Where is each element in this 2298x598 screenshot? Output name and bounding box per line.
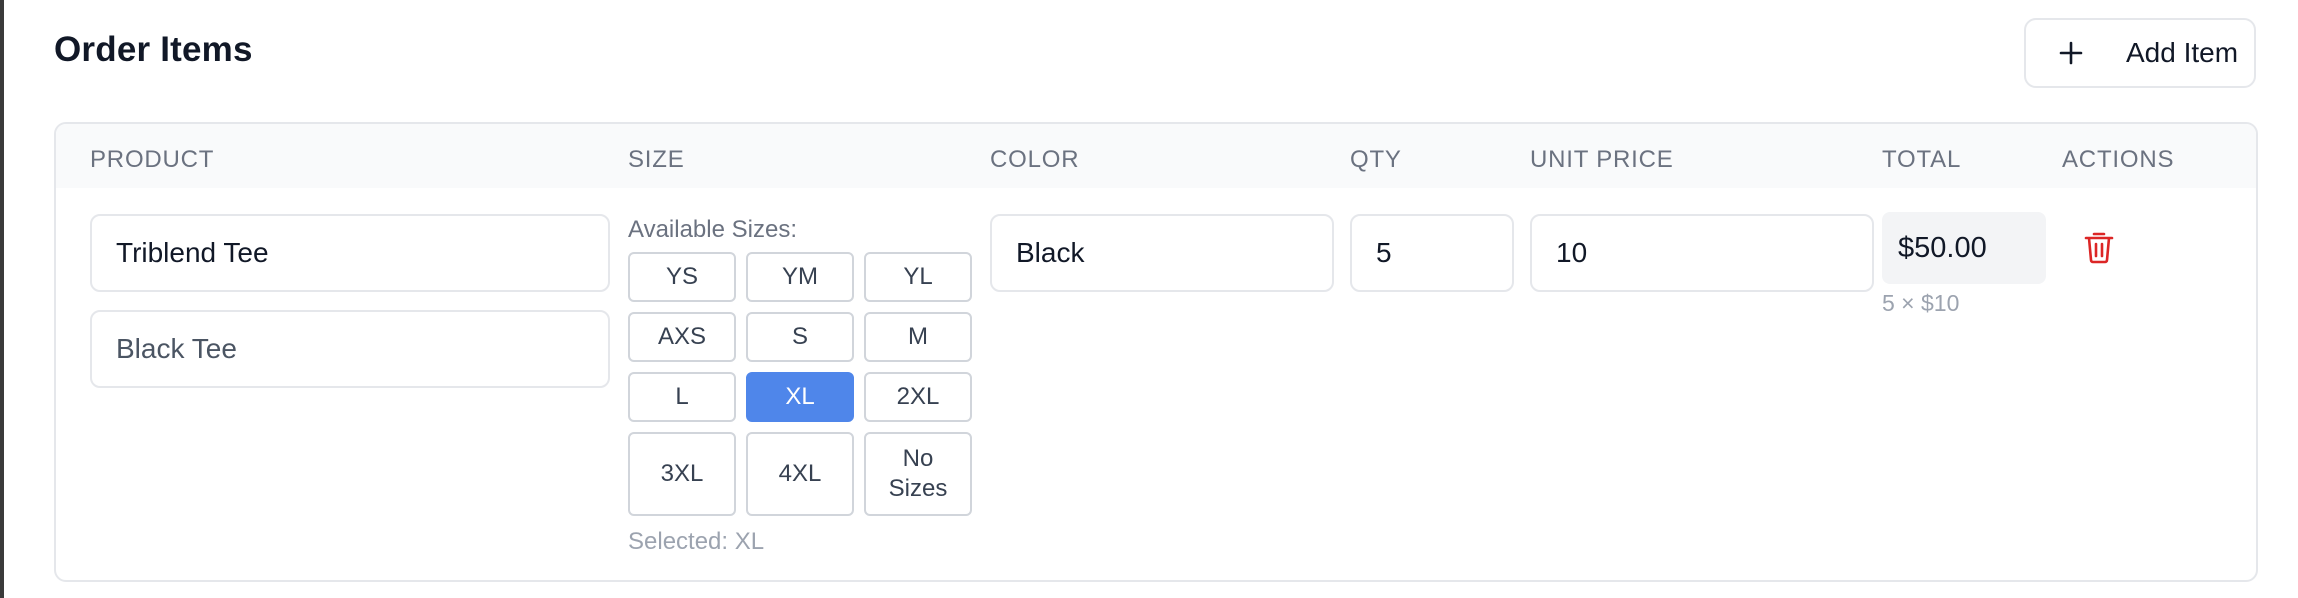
- column-header-qty: QTY: [1350, 146, 1402, 173]
- size-option-yl[interactable]: YL: [864, 252, 972, 302]
- table-header: PRODUCT SIZE COLOR QTY UNIT PRICE TOTAL …: [56, 124, 2256, 188]
- available-sizes-label: Available Sizes:: [628, 216, 797, 243]
- unit-price-input[interactable]: 10: [1530, 214, 1874, 292]
- size-option-l[interactable]: L: [628, 372, 736, 422]
- line-total: $50.00: [1882, 212, 2046, 284]
- size-option-ym[interactable]: YM: [746, 252, 854, 302]
- size-option-m[interactable]: M: [864, 312, 972, 362]
- size-option-2xl[interactable]: 2XL: [864, 372, 972, 422]
- delete-item-button[interactable]: [2084, 230, 2114, 264]
- size-option-s[interactable]: S: [746, 312, 854, 362]
- size-option-xl[interactable]: XL: [746, 372, 854, 422]
- column-header-size: SIZE: [628, 146, 685, 173]
- size-option-4xl[interactable]: 4XL: [746, 432, 854, 516]
- product-name-input[interactable]: Triblend Tee: [90, 214, 610, 292]
- product-description-input[interactable]: Black Tee: [90, 310, 610, 388]
- line-total-breakdown: 5 × $10: [1882, 290, 1960, 316]
- column-header-total: TOTAL: [1882, 146, 1962, 173]
- size-option-no-sizes[interactable]: No Sizes: [864, 432, 972, 516]
- plus-icon: [2056, 38, 2086, 68]
- add-item-button[interactable]: Add Item: [2024, 18, 2256, 88]
- quantity-input[interactable]: 5: [1350, 214, 1514, 292]
- selected-size-text: Selected: XL: [628, 528, 765, 555]
- column-header-actions: ACTIONS: [2062, 146, 2175, 173]
- add-item-label: Add Item: [2126, 37, 2239, 68]
- column-header-color: COLOR: [990, 146, 1080, 173]
- column-header-unit-price: UNIT PRICE: [1530, 146, 1674, 173]
- color-input[interactable]: Black: [990, 214, 1334, 292]
- size-option-ys[interactable]: YS: [628, 252, 736, 302]
- order-items-table: PRODUCT SIZE COLOR QTY UNIT PRICE TOTAL …: [54, 122, 2258, 582]
- page-title: Order Items: [54, 30, 253, 69]
- size-option-3xl[interactable]: 3XL: [628, 432, 736, 516]
- window-edge: [0, 0, 4, 598]
- size-option-axs[interactable]: AXS: [628, 312, 736, 362]
- trash-icon: [2084, 232, 2114, 264]
- column-header-product: PRODUCT: [90, 146, 215, 173]
